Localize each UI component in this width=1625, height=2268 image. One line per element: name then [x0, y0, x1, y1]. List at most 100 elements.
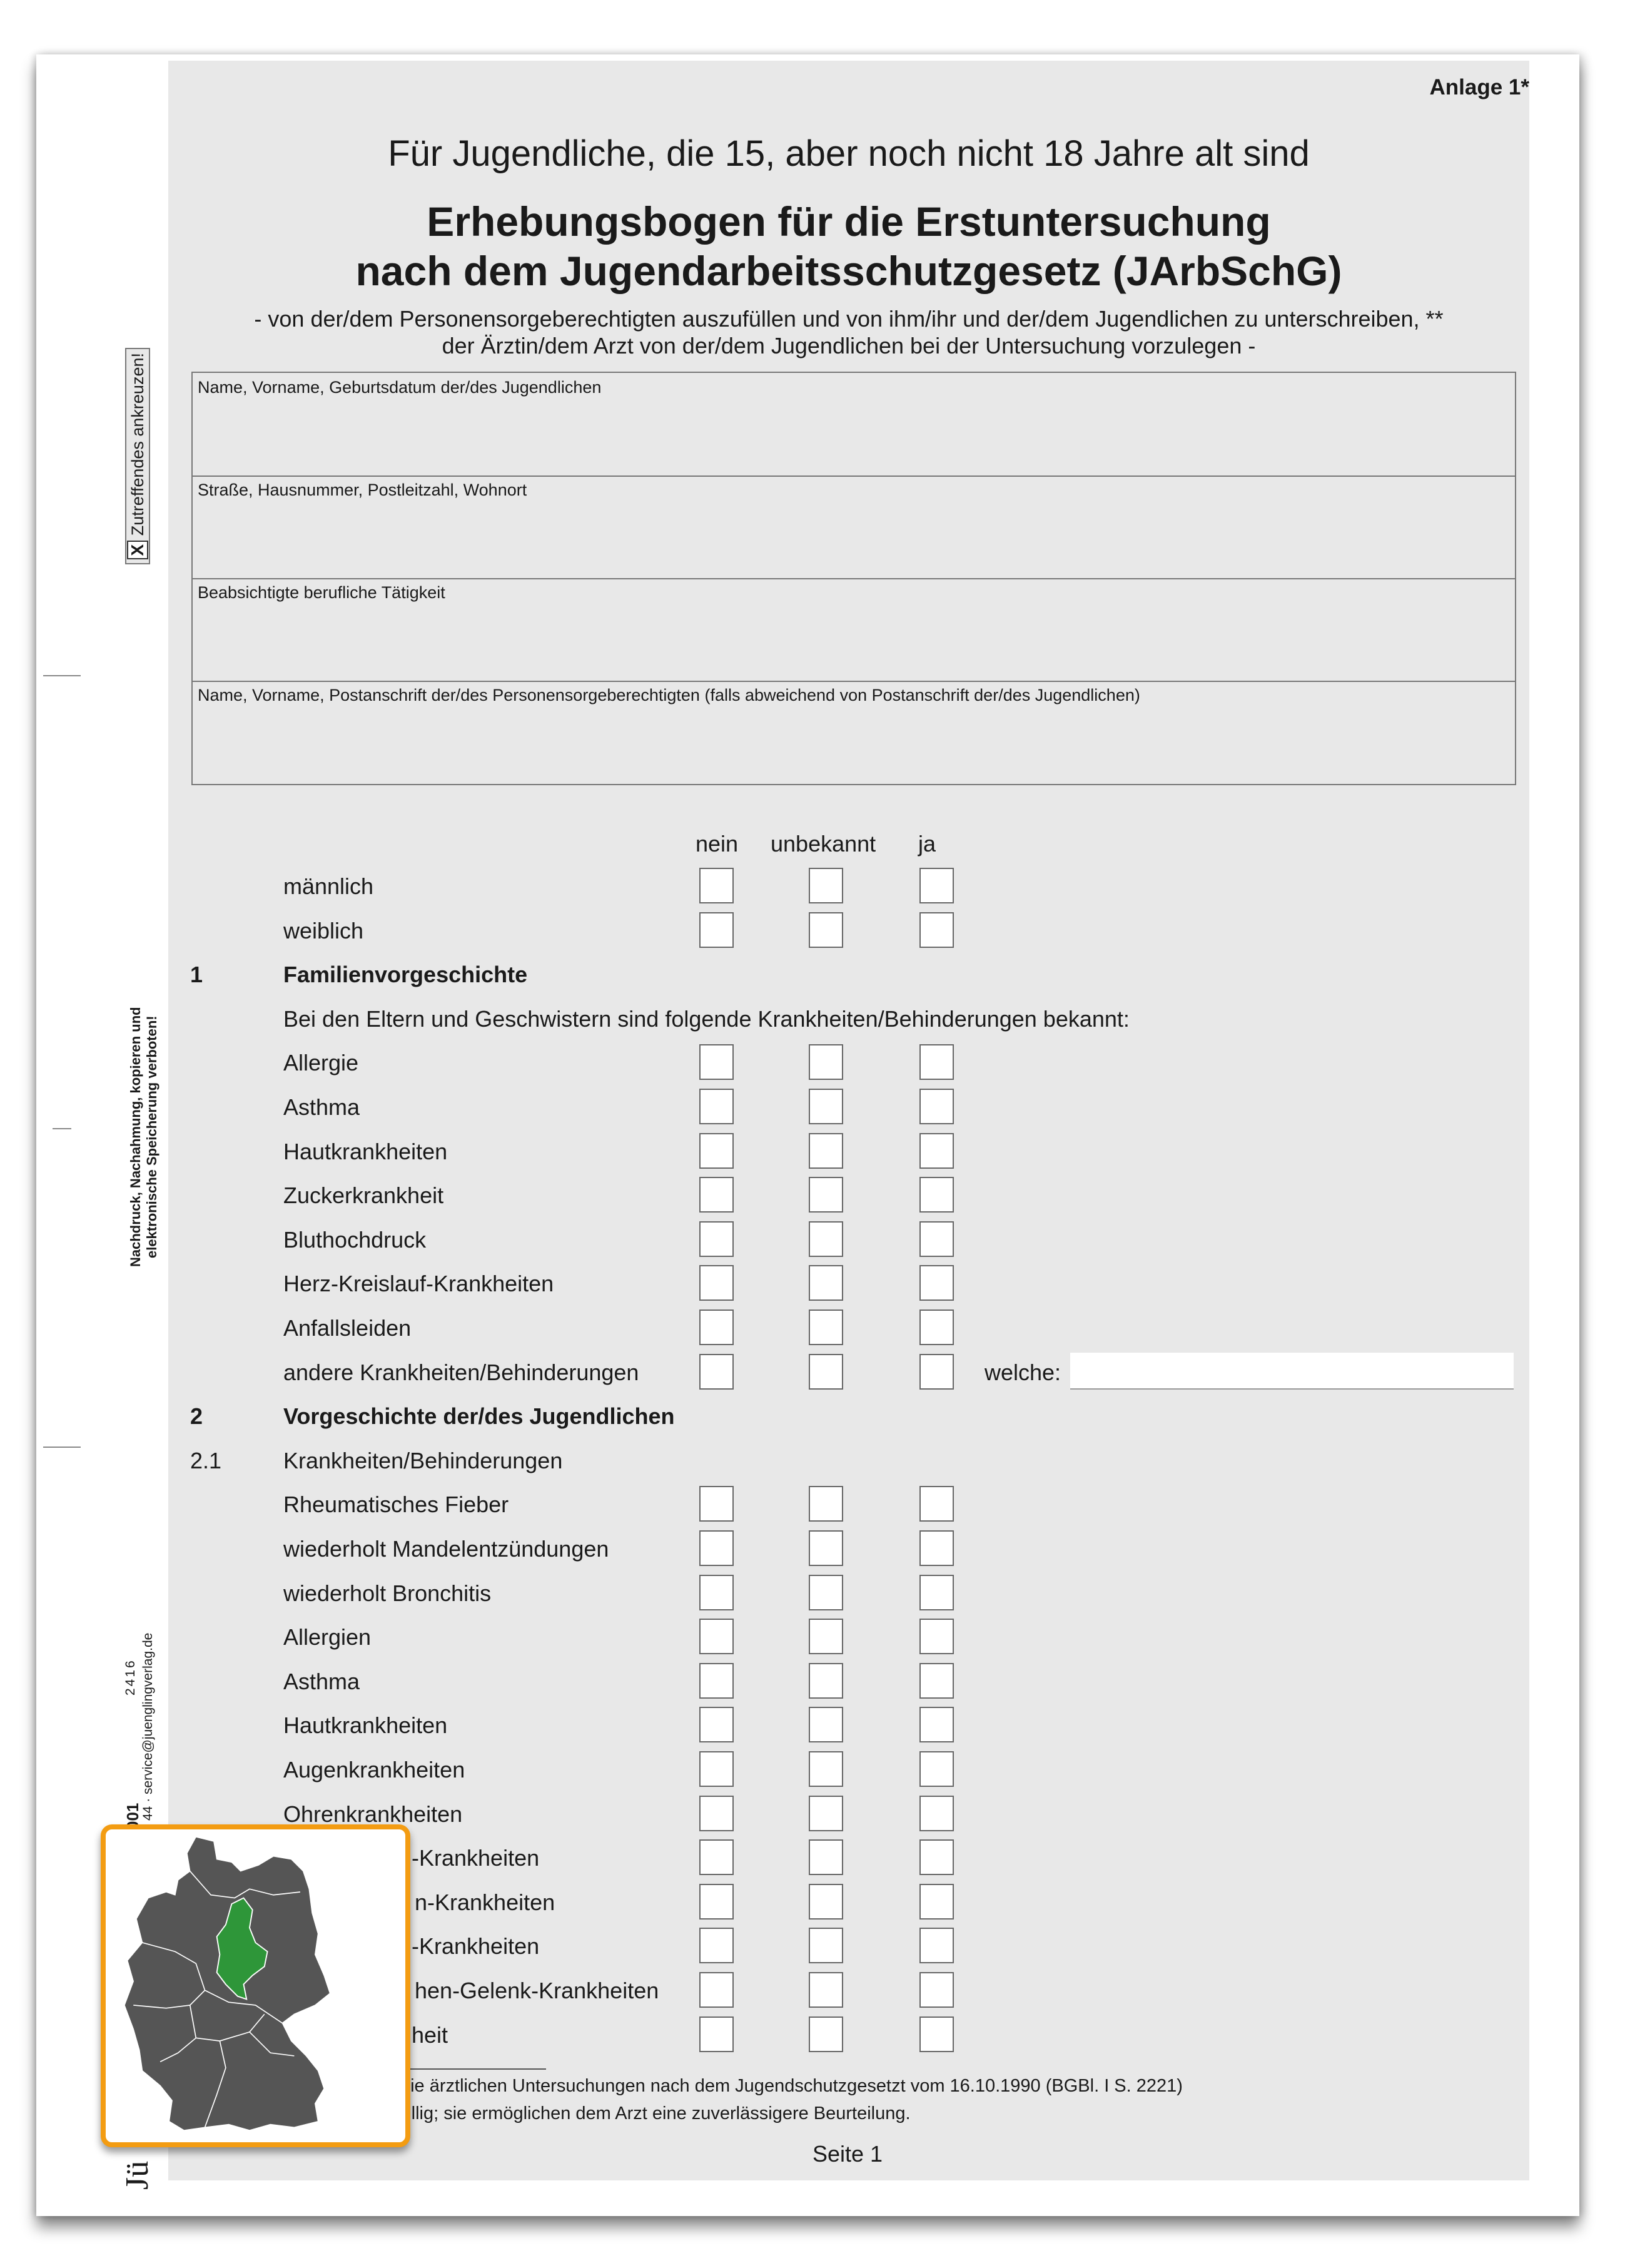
checkbox-unbekannt[interactable]: [809, 1751, 843, 1787]
instruction-box: X Zutreffendes ankreuzen!: [125, 348, 150, 564]
checkbox-unbekannt[interactable]: [809, 1177, 843, 1213]
checkbox-nein[interactable]: [699, 1353, 734, 1390]
checkbox-ja[interactable]: [919, 1132, 954, 1169]
checkbox-ja[interactable]: [919, 1662, 954, 1699]
row-label: Allergien: [283, 1624, 372, 1650]
occupation-field[interactable]: Beabsichtigte berufliche Tätigkeit: [193, 578, 1515, 682]
checkbox-nein[interactable]: [699, 1839, 734, 1876]
checkbox-ja[interactable]: [919, 1707, 954, 1743]
checkbox-ja[interactable]: [919, 1530, 954, 1566]
checkbox-unbekannt[interactable]: [809, 1707, 843, 1743]
checkbox-nein[interactable]: [699, 1972, 734, 2008]
form-row: Hautkrankheiten: [0, 1704, 1625, 1747]
checkbox-ja[interactable]: [919, 1309, 954, 1345]
checkbox-unbekannt[interactable]: [809, 868, 843, 903]
checkbox-nein[interactable]: [699, 2016, 734, 2052]
checkbox-nein[interactable]: [699, 1883, 734, 1920]
checkbox-unbekannt[interactable]: [809, 2016, 843, 2052]
checkbox-ja[interactable]: [919, 1265, 954, 1301]
checkbox-ja[interactable]: [919, 1574, 954, 1610]
checkbox-unbekannt[interactable]: [809, 1309, 843, 1345]
name-birthdate-field[interactable]: Name, Vorname, Geburtsdatum der/des Juge…: [193, 373, 1515, 477]
checkbox-nein[interactable]: [699, 1177, 734, 1213]
form-row: 2.1 Krankheiten/Behinderungen: [0, 1439, 1625, 1483]
row-label: wiederholt Bronchitis: [283, 1580, 492, 1606]
checkbox-unbekannt[interactable]: [809, 1044, 843, 1081]
checkbox-nein[interactable]: [699, 1530, 734, 1566]
checkbox-ja[interactable]: [919, 1044, 954, 1081]
checkbox-unbekannt[interactable]: [809, 1662, 843, 1699]
checkbox-nein[interactable]: [699, 1795, 734, 1831]
checkbox-unbekannt[interactable]: [809, 1972, 843, 2008]
checkbox-unbekannt[interactable]: [809, 1883, 843, 1920]
checkbox-unbekannt[interactable]: [809, 1265, 843, 1301]
subtitle-line-2: der Ärztin/dem Arzt von der/dem Jugendli…: [442, 333, 1256, 359]
checkbox-unbekannt[interactable]: [809, 912, 843, 948]
subtitle-line-1: - von der/dem Personensorgeberechtigten …: [254, 306, 1444, 332]
form-row: wiederholt Bronchitis: [0, 1572, 1625, 1615]
germany-map-overlay: [101, 1824, 410, 2147]
checkbox-ja[interactable]: [919, 1795, 954, 1831]
checkbox-nein[interactable]: [699, 1486, 734, 1522]
checkbox-nein[interactable]: [699, 1265, 734, 1301]
checkbox-nein[interactable]: [699, 1089, 734, 1124]
checkbox-nein[interactable]: [699, 1044, 734, 1081]
field-label: Name, Vorname, Postanschrift der/des Per…: [198, 686, 1140, 704]
checkbox-ja[interactable]: [919, 1972, 954, 2008]
checkbox-nein[interactable]: [699, 1707, 734, 1743]
checkbox-ja[interactable]: [919, 912, 954, 948]
form-row: 2 Vorgeschichte der/des Jugendlichen: [0, 1395, 1625, 1438]
form-row: Allergien: [0, 1615, 1625, 1659]
welche-label: welche:: [985, 1359, 1061, 1385]
checkbox-example-icon: X: [127, 541, 148, 559]
checkbox-ja[interactable]: [919, 1089, 954, 1124]
checkbox-ja[interactable]: [919, 1221, 954, 1257]
checkbox-unbekannt[interactable]: [809, 1089, 843, 1124]
checkbox-unbekannt[interactable]: [809, 1353, 843, 1390]
checkbox-ja[interactable]: [919, 1751, 954, 1787]
checkbox-nein[interactable]: [699, 1132, 734, 1169]
checkbox-ja[interactable]: [919, 1839, 954, 1876]
checkbox-unbekannt[interactable]: [809, 1221, 843, 1257]
form-row: Hautkrankheiten: [0, 1130, 1625, 1174]
checkbox-nein[interactable]: [699, 1662, 734, 1699]
checkbox-unbekannt[interactable]: [809, 1132, 843, 1169]
checkbox-nein[interactable]: [699, 1221, 734, 1257]
checkbox-ja[interactable]: [919, 1353, 954, 1390]
checkbox-nein[interactable]: [699, 912, 734, 948]
checkbox-nein[interactable]: [699, 1574, 734, 1610]
welche-input[interactable]: [1070, 1352, 1514, 1390]
checkbox-nein[interactable]: [699, 1619, 734, 1655]
form-row: Allergie: [0, 1041, 1625, 1085]
checkbox-nein[interactable]: [699, 1751, 734, 1787]
address-field[interactable]: Straße, Hausnummer, Postleitzahl, Wohnor…: [193, 475, 1515, 579]
row-label: n-Krankheiten: [415, 1889, 555, 1915]
checkbox-ja[interactable]: [919, 2016, 954, 2052]
checkbox-ja[interactable]: [919, 1486, 954, 1522]
form-row: 1 Familienvorgeschichte: [0, 953, 1625, 997]
checkbox-unbekannt[interactable]: [809, 1486, 843, 1522]
field-label: Straße, Hausnummer, Postleitzahl, Wohnor…: [198, 481, 527, 499]
checkbox-ja[interactable]: [919, 1177, 954, 1213]
checkbox-ja[interactable]: [919, 1883, 954, 1920]
field-label: Beabsichtigte berufliche Tätigkeit: [198, 583, 445, 602]
checkbox-unbekannt[interactable]: [809, 1839, 843, 1876]
row-label: Ohrenkrankheiten: [283, 1801, 463, 1827]
checkbox-ja[interactable]: [919, 868, 954, 903]
checkbox-unbekannt[interactable]: [809, 1795, 843, 1831]
checkbox-nein[interactable]: [699, 1928, 734, 1964]
checkbox-ja[interactable]: [919, 1928, 954, 1964]
row-label: Vorgeschichte der/des Jugendlichen: [283, 1403, 675, 1430]
annex-label: Anlage 1*: [1429, 75, 1530, 99]
checkbox-nein[interactable]: [699, 1309, 734, 1345]
checkbox-ja[interactable]: [919, 1619, 954, 1655]
checkbox-nein[interactable]: [699, 868, 734, 903]
checkbox-unbekannt[interactable]: [809, 1619, 843, 1655]
checkbox-unbekannt[interactable]: [809, 1530, 843, 1566]
form-title-line-2: nach dem Jugendarbeitsschutzgesetz (JArb…: [355, 248, 1342, 294]
checkbox-unbekannt[interactable]: [809, 1574, 843, 1610]
row-label: Hautkrankheiten: [283, 1712, 448, 1739]
guardian-field[interactable]: Name, Vorname, Postanschrift der/des Per…: [193, 681, 1515, 783]
checkbox-unbekannt[interactable]: [809, 1928, 843, 1964]
row-label: männlich: [283, 873, 374, 899]
